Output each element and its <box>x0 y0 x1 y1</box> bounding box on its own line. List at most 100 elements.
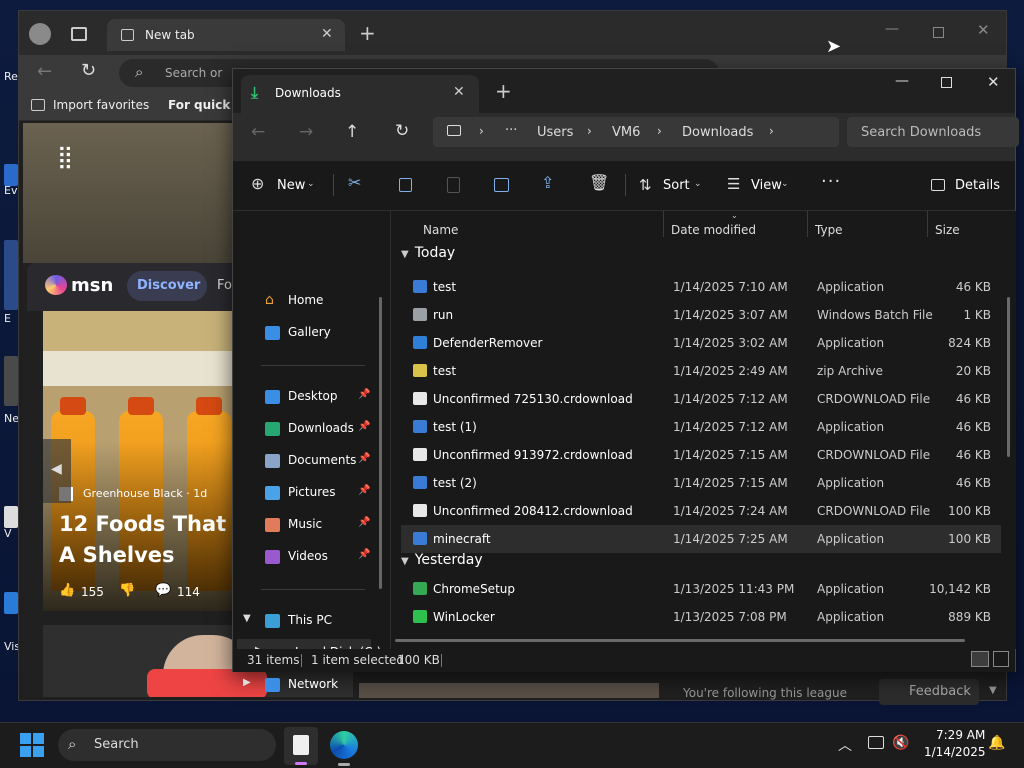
desktop-shortcut-icon[interactable] <box>4 506 18 528</box>
pin-icon[interactable]: 📌 <box>358 517 370 528</box>
pin-icon[interactable]: 📌 <box>358 485 370 496</box>
minimize-icon[interactable]: — <box>885 21 899 37</box>
apps-grid-icon[interactable]: ⣿ <box>57 145 74 170</box>
tab-discover[interactable]: Discover <box>127 271 207 301</box>
clock-date[interactable]: 1/14/2025 <box>924 745 986 759</box>
search-input[interactable]: Search Downloads <box>847 117 1019 147</box>
news-card-image[interactable]: Greenhouse Black · 1d 12 Foods That A Sh… <box>43 311 233 611</box>
cut-icon[interactable]: ✂ <box>348 173 361 192</box>
pin-icon[interactable]: 📌 <box>358 453 370 464</box>
delete-icon[interactable]: 🗑 <box>589 173 609 192</box>
rename-icon[interactable] <box>494 178 509 192</box>
carousel-prev-button[interactable]: ◀ <box>43 439 71 503</box>
taskbar-file-explorer[interactable] <box>284 727 318 765</box>
edge-tab[interactable]: New tab ✕ <box>107 19 345 51</box>
file-row[interactable]: test (2) 1/14/2025 7:15 AM Application 46 K… <box>401 469 1001 497</box>
column-header-name[interactable]: Name <box>423 223 458 237</box>
desktop-shortcut-icon[interactable] <box>4 356 18 406</box>
column-divider[interactable] <box>663 211 664 237</box>
column-header-type[interactable]: Type <box>815 223 843 237</box>
file-row[interactable]: DefenderRemover 1/14/2025 3:02 AM Applicat… <box>401 329 1001 357</box>
maximize-icon[interactable] <box>941 77 952 88</box>
desktop-shortcut-icon[interactable] <box>4 592 18 614</box>
nav-item-this-pc[interactable]: ▼ This PC <box>233 607 383 635</box>
details-button[interactable]: Details <box>929 171 1009 201</box>
pin-icon[interactable]: 📌 <box>358 421 370 432</box>
nav-scrollbar[interactable] <box>379 297 382 589</box>
nav-item-documents[interactable]: Documents 📌 <box>233 447 383 475</box>
close-window-icon[interactable]: ✕ <box>987 73 1000 91</box>
desktop-shortcut-icon[interactable] <box>4 164 18 186</box>
column-header-size[interactable]: Size <box>935 223 960 237</box>
file-row[interactable]: ChromeSetup 1/13/2025 11:43 PM Application… <box>401 575 1001 603</box>
tiles-view-icon[interactable] <box>993 651 1009 667</box>
card-headline[interactable]: 12 Foods That A Shelves <box>59 509 233 571</box>
file-row[interactable]: test 1/14/2025 7:10 AM Application 46 KB <box>401 273 1001 301</box>
news-card-3[interactable] <box>359 683 659 698</box>
nav-item-downloads[interactable]: Downloads 📌 <box>233 415 383 443</box>
explorer-tab[interactable]: ⤓ Downloads ✕ <box>241 75 479 113</box>
start-button[interactable] <box>20 733 44 757</box>
breadcrumb-users[interactable]: Users <box>537 125 573 140</box>
address-bar[interactable]: › ··· Users › VM6 › Downloads › <box>433 117 839 147</box>
feedback-button[interactable]: Feedback <box>879 679 979 705</box>
desktop-shortcut-icon[interactable] <box>4 240 18 310</box>
volume-muted-icon[interactable]: 🔇 <box>892 735 909 751</box>
scroll-down-icon[interactable]: ▼ <box>989 685 997 696</box>
view-button[interactable]: ☰ View ⌄ <box>725 171 801 201</box>
close-tab-icon[interactable]: ✕ <box>321 26 333 42</box>
more-locations-icon[interactable]: ··· <box>505 123 517 138</box>
network-icon[interactable] <box>868 736 884 749</box>
notification-bell-icon[interactable]: 🔔 <box>988 735 1005 751</box>
new-button[interactable]: ⊕ New ⌄ <box>245 171 321 201</box>
close-window-icon[interactable]: ✕ <box>977 21 990 39</box>
minimize-icon[interactable]: — <box>895 73 909 89</box>
new-tab-plus-icon[interactable]: + <box>495 79 512 103</box>
file-row[interactable]: Unconfirmed 208412.crdownload 1/14/2025 7… <box>401 497 1001 525</box>
column-divider[interactable] <box>807 211 808 237</box>
edge-taskbar-icon[interactable] <box>330 731 358 759</box>
dislike-icon[interactable]: 👎 <box>119 583 135 598</box>
file-row[interactable]: minecraft 1/14/2025 7:25 AM Application 100… <box>401 525 1001 553</box>
like-icon[interactable]: 👍 <box>59 583 75 598</box>
pin-icon[interactable]: 📌 <box>358 549 370 560</box>
group-header-today[interactable]: ▼ Today <box>401 245 455 261</box>
nav-item-gallery[interactable]: Gallery <box>233 319 383 347</box>
refresh-icon[interactable]: ↻ <box>81 60 96 81</box>
back-arrow-icon[interactable]: ← <box>37 61 52 82</box>
back-arrow-icon[interactable]: ← <box>251 122 265 142</box>
nav-item-pictures[interactable]: Pictures 📌 <box>233 479 383 507</box>
profile-avatar[interactable] <box>29 23 51 45</box>
nav-item-desktop[interactable]: Desktop 📌 <box>233 383 383 411</box>
vertical-scrollbar[interactable] <box>1007 297 1010 457</box>
new-tab-plus-icon[interactable]: + <box>359 21 376 45</box>
nav-item-music[interactable]: Music 📌 <box>233 511 383 539</box>
share-icon[interactable]: ⇪ <box>541 173 554 192</box>
more-options-icon[interactable]: ··· <box>821 171 841 192</box>
copy-icon[interactable] <box>399 178 412 192</box>
breadcrumb-vm6[interactable]: VM6 <box>612 125 640 140</box>
column-divider[interactable] <box>927 211 928 237</box>
forward-arrow-icon[interactable]: → <box>299 122 313 142</box>
horizontal-scrollbar[interactable] <box>395 639 965 642</box>
file-row[interactable]: run 1/14/2025 3:07 AM Windows Batch File 1 … <box>401 301 1001 329</box>
comment-icon[interactable]: 💬 <box>155 583 171 598</box>
sort-button[interactable]: ⇅ Sort ⌄ <box>637 171 709 201</box>
group-header-yesterday[interactable]: ▼ Yesterday <box>401 552 483 568</box>
file-row[interactable]: WinLocker 1/13/2025 7:08 PM Application 889… <box>401 603 1001 631</box>
nav-item-home[interactable]: ⌂ Home <box>233 287 383 315</box>
up-arrow-icon[interactable]: ↑ <box>345 122 359 142</box>
file-row[interactable]: Unconfirmed 913972.crdownload 1/14/2025 7… <box>401 441 1001 469</box>
chevron-up-icon[interactable]: ︿ <box>838 735 852 755</box>
file-row[interactable]: test (1) 1/14/2025 7:12 AM Application 46 K… <box>401 413 1001 441</box>
column-header-date[interactable]: Date modified <box>671 223 756 237</box>
import-favorites-link[interactable]: Import favorites <box>53 98 149 112</box>
pin-icon[interactable]: 📌 <box>358 389 370 400</box>
taskbar-search[interactable]: ⌕ Search <box>58 729 276 761</box>
breadcrumb-downloads[interactable]: Downloads <box>682 125 753 140</box>
clock-time[interactable]: 7:29 AM <box>936 728 985 742</box>
refresh-icon[interactable]: ↻ <box>395 121 409 141</box>
close-tab-icon[interactable]: ✕ <box>453 84 465 100</box>
nav-item-videos[interactable]: Videos 📌 <box>233 543 383 571</box>
maximize-icon[interactable] <box>933 27 944 38</box>
